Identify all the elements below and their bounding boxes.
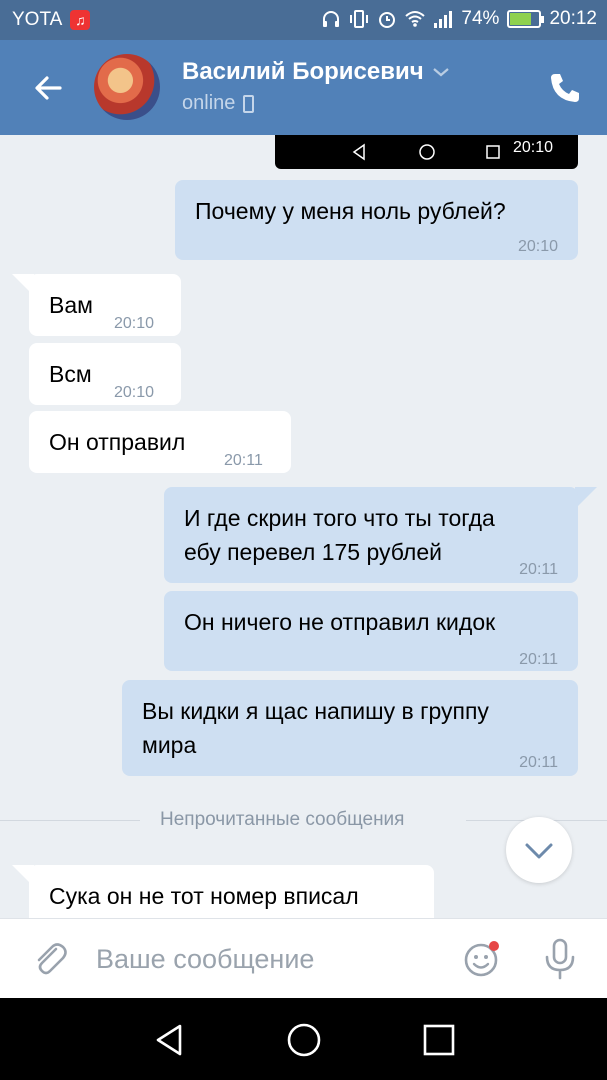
message-in[interactable]: Он отправил 20:11 (29, 411, 291, 473)
status-bar: YOTA ♫ 74% 20:12 (0, 0, 607, 40)
mobile-icon (243, 94, 255, 113)
headphones-icon (323, 11, 340, 27)
nav-home-icon (419, 144, 435, 160)
vibrate-icon (350, 10, 369, 28)
message-in[interactable]: Вам 20:10 (29, 274, 181, 336)
nav-home-icon[interactable] (284, 1020, 324, 1060)
phone-icon[interactable] (547, 70, 583, 106)
avatar[interactable] (94, 54, 160, 120)
battery-percent: 74% (461, 8, 500, 29)
nav-recents-icon[interactable] (419, 1020, 459, 1060)
alarm-icon (379, 12, 396, 28)
message-in[interactable]: Сука он не тот номер вписал (29, 865, 434, 918)
nav-back-icon[interactable] (150, 1020, 190, 1060)
nav-back-icon (352, 143, 365, 161)
message-time: 20:11 (519, 754, 558, 771)
system-nav-bar (0, 998, 607, 1080)
chevron-down-icon (432, 68, 449, 77)
message-time: 20:10 (517, 238, 558, 255)
message-text: Он отправил (49, 429, 186, 455)
nav-recents-icon (486, 145, 500, 159)
message-input[interactable] (96, 941, 436, 977)
emoji-icon[interactable] (462, 939, 502, 979)
contact-status-text: online (182, 92, 236, 114)
message-in[interactable]: Всм 20:10 (29, 343, 181, 405)
message-time: 20:11 (519, 561, 558, 578)
message-time: 20:10 (114, 315, 155, 332)
composer-bar (0, 918, 607, 998)
message-text-line1: И где скрин того что ты тогда (184, 505, 495, 531)
message-time: 20:10 (114, 384, 155, 401)
message-text: Сука он не тот номер вписал (49, 883, 359, 909)
message-text: Почему у меня ноль рублей? (195, 198, 506, 224)
clock: 20:12 (549, 8, 597, 29)
music-icon: ♫ (70, 10, 91, 30)
chevron-down-icon (525, 843, 553, 859)
message-text: Всм (49, 361, 92, 387)
screenshot-time: 20:10 (513, 139, 554, 156)
message-text-line2: мира (142, 732, 197, 758)
message-out[interactable]: Почему у меня ноль рублей? 20:10 (175, 180, 578, 260)
signal-icon (434, 11, 453, 28)
embedded-screenshot[interactable]: 20:10 (275, 135, 578, 169)
scroll-to-bottom-button[interactable] (506, 817, 572, 883)
battery-icon (507, 10, 545, 28)
back-arrow-icon[interactable] (28, 68, 68, 108)
bubble-tail (575, 487, 597, 509)
message-time: 20:11 (224, 452, 263, 469)
message-text: Он ничего не отправил кидок (184, 609, 496, 635)
message-text: Вам (49, 292, 93, 318)
chat-header: Василий Борисевич online (0, 40, 607, 135)
status-bar-left: YOTA ♫ (12, 9, 91, 31)
attach-icon[interactable] (30, 939, 70, 979)
wifi-icon (405, 11, 426, 27)
message-text-line1: Вы кидки я щас напишу в группу (142, 698, 489, 724)
contact-name-text: Василий Борисевич (182, 58, 424, 85)
status-bar-right: 74% 20:12 (321, 8, 597, 30)
message-out[interactable]: Он ничего не отправил кидок 20:11 (164, 591, 578, 671)
message-out[interactable]: И где скрин того что ты тогда ебу переве… (164, 487, 578, 583)
carrier-label: YOTA (12, 9, 63, 30)
mic-icon[interactable] (540, 937, 580, 981)
message-text-line2: ебу перевел 175 рублей (184, 539, 442, 565)
message-out[interactable]: Вы кидки я щас напишу в группу мира 20:1… (122, 680, 578, 776)
message-time: 20:11 (519, 651, 558, 668)
unread-divider-label: Непрочитанные сообщения (160, 809, 405, 830)
contact-name[interactable]: Василий Борисевич (182, 58, 450, 86)
contact-status: online (182, 92, 255, 115)
